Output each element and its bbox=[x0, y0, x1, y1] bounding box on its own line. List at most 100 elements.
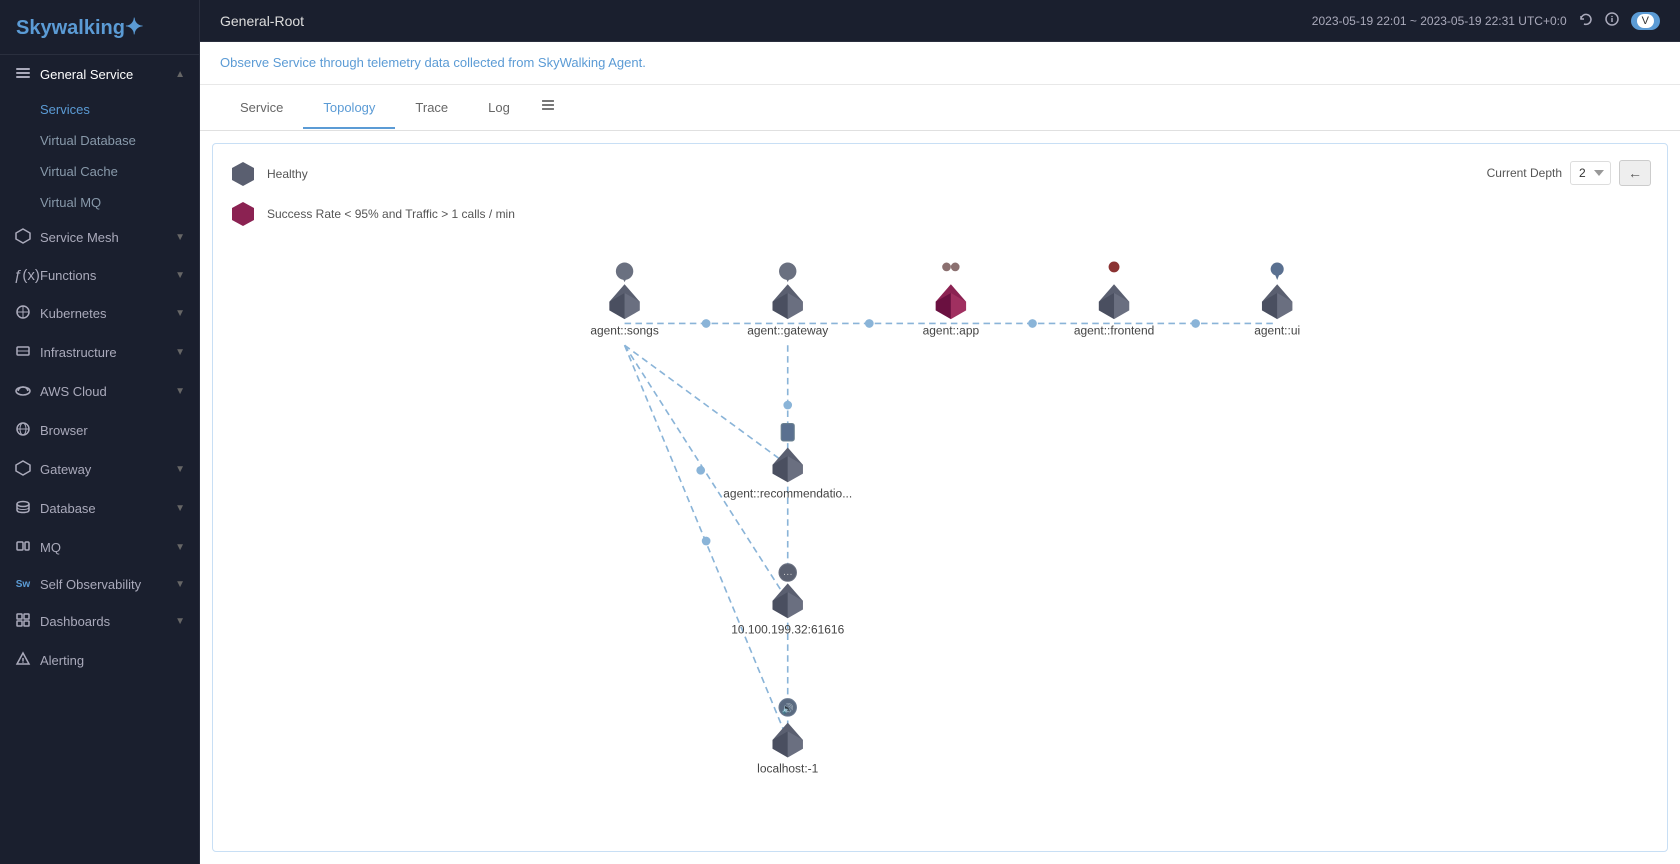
node-gateway[interactable]: agent::gateway bbox=[747, 263, 828, 338]
aws-cloud-icon bbox=[14, 382, 32, 401]
info-icon[interactable] bbox=[1605, 12, 1619, 29]
nav-group-gateway: Gateway ▼ bbox=[0, 450, 199, 489]
nav-group-header-functions[interactable]: ƒ(x) Functions ▼ bbox=[0, 257, 199, 294]
nav-label-gateway: Gateway bbox=[40, 462, 91, 477]
chevron-mq: ▼ bbox=[175, 542, 185, 553]
nav-group-header-gateway[interactable]: Gateway ▼ bbox=[0, 450, 199, 489]
general-service-icon bbox=[14, 65, 32, 84]
legend-area: Healthy Success Rate < 95% and Traffic >… bbox=[229, 160, 515, 228]
nav-group-header-database[interactable]: Database ▼ bbox=[0, 489, 199, 528]
svg-text:agent::gateway: agent::gateway bbox=[747, 323, 828, 337]
content-area: Observe Service through telemetry data c… bbox=[200, 42, 1680, 864]
svg-text:agent::frontend: agent::frontend bbox=[1074, 323, 1154, 337]
nav-group-header-kubernetes[interactable]: Kubernetes ▼ bbox=[0, 294, 199, 333]
nav-group-browser: Browser bbox=[0, 411, 199, 450]
legend-warning: Success Rate < 95% and Traffic > 1 calls… bbox=[229, 200, 515, 228]
nav-group-general-service: General Service ▲ Services Virtual Datab… bbox=[0, 55, 199, 218]
tab-log[interactable]: Log bbox=[468, 88, 530, 129]
chevron-dashboards: ▼ bbox=[175, 616, 185, 627]
nav-group-header-self-observability[interactable]: Sw Self Observability ▼ bbox=[0, 567, 199, 602]
nav-group-header-browser[interactable]: Browser bbox=[0, 411, 199, 450]
toggle-label: V bbox=[1637, 14, 1654, 28]
sidebar: Skywalking✦ General Service ▲ Services V… bbox=[0, 0, 200, 864]
node-frontend[interactable]: agent::frontend bbox=[1074, 261, 1154, 337]
nav-label-functions: Functions bbox=[40, 268, 96, 283]
nav-group-database: Database ▼ bbox=[0, 489, 199, 528]
info-banner-text: Observe Service through telemetry data c… bbox=[220, 55, 646, 70]
dashboards-icon bbox=[14, 612, 32, 631]
nav-sub-virtual-cache[interactable]: Virtual Cache bbox=[0, 156, 199, 187]
depth-back-button[interactable]: ← bbox=[1619, 160, 1651, 186]
kubernetes-icon bbox=[14, 304, 32, 323]
nav-group-header-dashboards[interactable]: Dashboards ▼ bbox=[0, 602, 199, 641]
nav-label-alerting: Alerting bbox=[40, 653, 84, 668]
logo: Skywalking✦ bbox=[16, 14, 143, 40]
nav-sub-services[interactable]: Services bbox=[0, 94, 199, 125]
chevron-service-mesh: ▼ bbox=[175, 232, 185, 243]
node-localhost[interactable]: 🔊 localhost:-1 bbox=[757, 699, 818, 776]
node-ui[interactable]: agent::ui bbox=[1254, 263, 1300, 338]
svg-text:🔊: 🔊 bbox=[782, 702, 794, 715]
datetime-range: 2023-05-19 22:01 ~ 2023-05-19 22:31 UTC+… bbox=[1312, 14, 1567, 28]
header-bar: General-Root 2023-05-19 22:01 ~ 2023-05-… bbox=[200, 0, 1680, 42]
topology-canvas: Healthy Success Rate < 95% and Traffic >… bbox=[212, 143, 1668, 852]
nav-label-browser: Browser bbox=[40, 423, 88, 438]
info-banner: Observe Service through telemetry data c… bbox=[200, 42, 1680, 85]
nav-group-header-mq[interactable]: MQ ▼ bbox=[0, 528, 199, 567]
service-mesh-icon bbox=[14, 228, 32, 247]
nav-label-general-service: General Service bbox=[40, 67, 133, 82]
nav-label-self-observability: Self Observability bbox=[40, 577, 141, 592]
svg-text:agent::app: agent::app bbox=[923, 323, 980, 337]
nav-group-header-service-mesh[interactable]: Service Mesh ▼ bbox=[0, 218, 199, 257]
nav-group-infrastructure: Infrastructure ▼ bbox=[0, 333, 199, 372]
topology-svg: agent::songs agent::gateway bbox=[213, 144, 1667, 851]
database-icon bbox=[14, 499, 32, 518]
nav-label-service-mesh: Service Mesh bbox=[40, 230, 119, 245]
legend-healthy: Healthy bbox=[229, 160, 515, 188]
refresh-icon[interactable] bbox=[1579, 12, 1593, 29]
chevron-database: ▼ bbox=[175, 503, 185, 514]
tab-topology[interactable]: Topology bbox=[303, 88, 395, 129]
node-ip[interactable]: ··· 10.100.199.32:61616 bbox=[731, 564, 844, 637]
chevron-kubernetes: ▼ bbox=[175, 308, 185, 319]
tab-list-icon[interactable] bbox=[530, 85, 566, 130]
nav-group-header-aws-cloud[interactable]: AWS Cloud ▼ bbox=[0, 372, 199, 411]
nav-group-alerting: Alerting bbox=[0, 641, 199, 680]
nav-label-kubernetes: Kubernetes bbox=[40, 306, 107, 321]
nav-group-header-general-service[interactable]: General Service ▲ bbox=[0, 55, 199, 94]
nav-label-dashboards: Dashboards bbox=[40, 614, 110, 629]
node-songs[interactable]: agent::songs bbox=[590, 263, 658, 338]
toggle-button[interactable]: V bbox=[1631, 12, 1660, 30]
nav-label-infrastructure: Infrastructure bbox=[40, 345, 117, 360]
nav-group-self-observability: Sw Self Observability ▼ bbox=[0, 567, 199, 602]
tabs-bar: Service Topology Trace Log bbox=[200, 85, 1680, 131]
nav-group-kubernetes: Kubernetes ▼ bbox=[0, 294, 199, 333]
legend-warning-label: Success Rate < 95% and Traffic > 1 calls… bbox=[267, 207, 515, 221]
svg-text:agent::recommendatio...: agent::recommendatio... bbox=[723, 487, 852, 501]
svg-text:agent::songs: agent::songs bbox=[590, 323, 658, 337]
chevron-functions: ▼ bbox=[175, 270, 185, 281]
tab-service[interactable]: Service bbox=[220, 88, 303, 129]
depth-control: Current Depth 2 1 3 4 5 ← bbox=[1487, 160, 1651, 186]
nav-group-aws-cloud: AWS Cloud ▼ bbox=[0, 372, 199, 411]
svg-text:agent::ui: agent::ui bbox=[1254, 323, 1300, 337]
chevron-aws-cloud: ▼ bbox=[175, 386, 185, 397]
depth-select[interactable]: 2 1 3 4 5 bbox=[1570, 161, 1611, 185]
svg-text:10.100.199.32:61616: 10.100.199.32:61616 bbox=[731, 622, 844, 636]
nav-sub-virtual-mq[interactable]: Virtual MQ bbox=[0, 187, 199, 218]
alerting-icon bbox=[14, 651, 32, 670]
node-recommendation[interactable]: agent::recommendatio... bbox=[723, 424, 852, 501]
browser-icon bbox=[14, 421, 32, 440]
mq-icon bbox=[14, 538, 32, 557]
nav-group-header-alerting[interactable]: Alerting bbox=[0, 641, 199, 680]
healthy-hex-icon bbox=[229, 160, 257, 188]
page-title: General-Root bbox=[220, 13, 304, 29]
node-app[interactable]: agent::app bbox=[923, 263, 980, 338]
tab-trace[interactable]: Trace bbox=[395, 88, 468, 129]
nav-sub-virtual-database[interactable]: Virtual Database bbox=[0, 125, 199, 156]
functions-icon: ƒ(x) bbox=[14, 267, 32, 284]
nav-group-functions: ƒ(x) Functions ▼ bbox=[0, 257, 199, 294]
svg-text:···: ··· bbox=[783, 569, 793, 580]
nav-group-header-infrastructure[interactable]: Infrastructure ▼ bbox=[0, 333, 199, 372]
chevron-infrastructure: ▼ bbox=[175, 347, 185, 358]
